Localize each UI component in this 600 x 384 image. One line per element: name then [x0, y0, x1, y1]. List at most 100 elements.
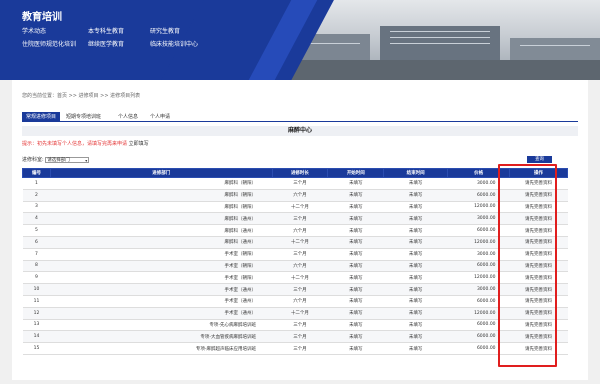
- col-header: 编号: [22, 168, 51, 178]
- department-select-value: 请选择部门: [47, 157, 70, 163]
- row-end: 未填写: [383, 342, 448, 355]
- filter-bar: 进修科室: 请选择部门 ▾: [22, 156, 90, 163]
- nav-link[interactable]: 研究生教育: [150, 26, 180, 35]
- row-start: 未填写: [327, 260, 384, 273]
- table-row: 8 手术室（朝阳） 六个月 未填写 未填写 6000.00 请先完善资料: [22, 260, 568, 273]
- table-row: 7 手术室（朝阳） 三个月 未填写 未填写 3000.00 请先完善资料: [22, 248, 568, 261]
- row-end: 未填写: [383, 330, 448, 344]
- row-start: 未填写: [327, 295, 384, 308]
- row-department: 麻醉科（通州）: [50, 236, 272, 249]
- row-department: 手术室（朝阳）: [50, 248, 272, 261]
- table-row: 12 手术室（通州） 十二个月 未填写 未填写 12000.00 请先完善资料: [22, 307, 568, 320]
- tab-regular-training[interactable]: 常规进修项目: [22, 112, 61, 122]
- row-start: 未填写: [327, 330, 384, 344]
- row-duration: 三个月: [272, 248, 328, 261]
- row-start: 未填写: [327, 177, 384, 190]
- row-duration: 六个月: [272, 260, 328, 273]
- row-start: 未填写: [327, 271, 384, 285]
- row-department: 手术室（朝阳）: [50, 271, 272, 285]
- row-duration: 十二个月: [272, 236, 328, 249]
- row-end: 未填写: [383, 295, 448, 308]
- table-row: 9 手术室（朝阳） 十二个月 未填写 未填写 12000.00 请先完善资料: [22, 271, 568, 285]
- nav-link[interactable]: 本专科生教育: [88, 26, 124, 35]
- row-end: 未填写: [383, 260, 448, 273]
- training-table: 编号 进修部门 进修时长 开始时间 结束时间 价格 操作 1 麻醉科（朝阳） 三个月…: [22, 168, 568, 355]
- row-number: 6: [22, 236, 51, 249]
- row-number: 11: [22, 295, 51, 308]
- row-start: 未填写: [327, 283, 384, 296]
- filter-label: 进修科室:: [22, 157, 44, 163]
- row-department: 麻醉科（通州）: [50, 212, 272, 226]
- nav-link[interactable]: 继续医学教育: [88, 39, 124, 48]
- row-department: 手术室（朝阳）: [50, 260, 272, 273]
- site-title: 教育培训: [22, 12, 62, 23]
- breadcrumb: 您的当前位置：首页 >> 进修项目 >> 进修项目列表: [22, 93, 141, 99]
- row-end: 未填写: [383, 236, 448, 249]
- row-department: 麻醉科（通州）: [50, 224, 272, 237]
- row-end: 未填写: [383, 319, 448, 332]
- table-row: 14 专项-大血管疾病麻醉培训班 三个月 未填写 未填写 6000.00 请先完善资料: [22, 330, 568, 344]
- row-start: 未填写: [327, 342, 384, 355]
- fill-in-link[interactable]: 立即填写: [129, 141, 149, 147]
- row-number: 5: [22, 224, 51, 237]
- row-duration: 六个月: [272, 295, 328, 308]
- nav-link[interactable]: 临床技能培训中心: [150, 39, 198, 48]
- row-start: 未填写: [327, 307, 384, 320]
- query-button[interactable]: 查询: [527, 156, 552, 163]
- row-number: 2: [22, 189, 51, 202]
- header-banner: 教育培训 学术动态 本专科生教育 研究生教育 住院医师规范化培训 继续医学教育 …: [0, 0, 600, 80]
- row-duration: 三个月: [272, 177, 328, 190]
- row-department: 专项-麻醉超声临床应用培训班: [50, 342, 272, 355]
- row-department: 麻醉科（朝阳）: [50, 189, 272, 202]
- row-end: 未填写: [383, 271, 448, 285]
- table-row: 2 麻醉科（朝阳） 六个月 未填写 未填写 6000.00 请先完善资料: [22, 189, 568, 202]
- table-row: 10 手术室（通州） 三个月 未填写 未填写 3000.00 请先完善资料: [22, 283, 568, 296]
- row-duration: 三个月: [272, 319, 328, 332]
- row-department: 手术室（通州）: [50, 295, 272, 308]
- row-start: 未填写: [327, 319, 384, 332]
- row-start: 未填写: [327, 201, 384, 214]
- row-start: 未填写: [327, 212, 384, 226]
- nav-link[interactable]: 住院医师规范化培训: [22, 39, 76, 48]
- nav-link[interactable]: 学术动态: [22, 26, 46, 35]
- row-duration: 十二个月: [272, 271, 328, 285]
- row-end: 未填写: [383, 224, 448, 237]
- row-duration: 六个月: [272, 189, 328, 202]
- table-row: 5 麻醉科（通州） 六个月 未填写 未填写 6000.00 请先完善资料: [22, 224, 568, 237]
- col-header: 进修时长: [271, 168, 329, 178]
- table-row: 15 专项-麻醉超声临床应用培训班 三个月 未填写 未填写 6000.00 请先完善资料: [22, 342, 568, 355]
- row-end: 未填写: [383, 307, 448, 320]
- row-number: 9: [22, 271, 51, 285]
- row-number: 8: [22, 260, 51, 273]
- row-number: 12: [22, 307, 51, 320]
- row-number: 1: [22, 177, 51, 190]
- row-number: 14: [22, 330, 51, 344]
- row-duration: 三个月: [272, 330, 328, 344]
- table-row: 3 麻醉科（朝阳） 十二个月 未填写 未填写 12000.00 请先完善资料: [22, 201, 568, 214]
- table-row: 4 麻醉科（通州） 三个月 未填写 未填写 3000.00 请先完善资料: [22, 212, 568, 226]
- col-header: 结束时间: [383, 168, 449, 178]
- row-duration: 六个月: [272, 224, 328, 237]
- department-select[interactable]: 请选择部门 ▾: [45, 156, 90, 163]
- row-end: 未填写: [383, 189, 448, 202]
- table-header-row: 编号 进修部门 进修时长 开始时间 结束时间 价格 操作: [22, 168, 568, 178]
- tab-short-course[interactable]: 短期专项培训班: [62, 112, 105, 122]
- row-start: 未填写: [327, 248, 384, 261]
- table-row: 11 手术室（通州） 六个月 未填写 未填写 6000.00 请先完善资料: [22, 295, 568, 308]
- tab-personal-apply[interactable]: 个人申请: [146, 112, 174, 122]
- row-number: 3: [22, 201, 51, 214]
- row-duration: 三个月: [272, 212, 328, 226]
- row-duration: 十二个月: [272, 201, 328, 214]
- row-end: 未填写: [383, 212, 448, 226]
- row-department: 专项-先心病麻醉培训班: [50, 319, 272, 332]
- row-number: 7: [22, 248, 51, 261]
- row-number: 4: [22, 212, 51, 226]
- row-end: 未填写: [383, 248, 448, 261]
- row-department: 手术室（通州）: [50, 283, 272, 296]
- table-row: 1 麻醉科（朝阳） 三个月 未填写 未填写 3000.00 请先完善资料: [22, 177, 568, 190]
- row-start: 未填写: [327, 224, 384, 237]
- row-number: 10: [22, 283, 51, 296]
- tab-personal-info[interactable]: 个人信息: [114, 112, 142, 122]
- row-duration: 十二个月: [272, 307, 328, 320]
- row-number: 13: [22, 319, 51, 332]
